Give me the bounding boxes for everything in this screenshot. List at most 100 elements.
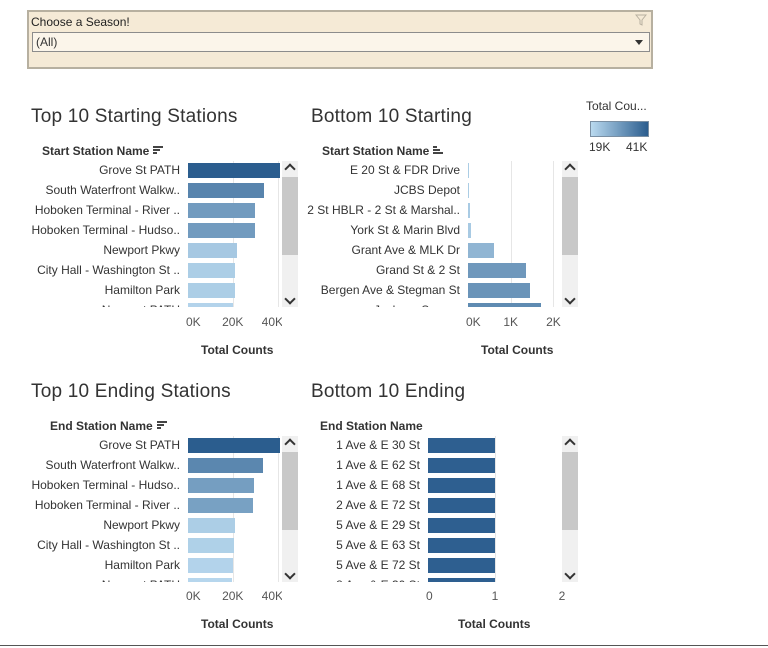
- row-label[interactable]: South Waterfront Walkw..: [2, 183, 181, 197]
- row-label[interactable]: 5 Ave & E 29 St: [242, 518, 420, 532]
- vertical-scrollbar[interactable]: [562, 161, 578, 307]
- bar[interactable]: [188, 518, 235, 533]
- row-label[interactable]: Grove St PATH: [2, 163, 180, 177]
- bar[interactable]: [428, 558, 495, 573]
- column-header[interactable]: Start Station Name: [322, 144, 444, 158]
- bar[interactable]: [428, 478, 495, 493]
- column-header-label: End Station Name: [320, 419, 423, 433]
- x-axis-title: Total Counts: [458, 617, 531, 631]
- bar[interactable]: [188, 183, 265, 198]
- x-tick-label: 0K: [466, 315, 481, 329]
- column-header[interactable]: End Station Name: [50, 419, 167, 433]
- row-label[interactable]: Newport Pkwy: [2, 518, 180, 532]
- bar[interactable]: [188, 558, 233, 573]
- column-header[interactable]: Start Station Name: [42, 144, 164, 158]
- row-label[interactable]: Newport Pkwy: [2, 243, 180, 257]
- bar[interactable]: [188, 203, 256, 218]
- row-label[interactable]: Hamilton Park: [2, 283, 180, 297]
- row-label[interactable]: South Waterfront Walkw..: [2, 458, 181, 472]
- bar[interactable]: [188, 538, 234, 553]
- bar[interactable]: [468, 203, 470, 218]
- bar[interactable]: [428, 578, 495, 582]
- row-label[interactable]: 2 St HBLR - 2 St & Marshal..: [282, 203, 460, 217]
- x-axis-title: Total Counts: [481, 343, 554, 357]
- panel-title: Top 10 Starting Stations: [31, 106, 238, 127]
- row-label[interactable]: Newport PATH: [2, 578, 180, 582]
- bar[interactable]: [188, 243, 238, 258]
- bar[interactable]: [468, 223, 471, 238]
- row-label[interactable]: Bergen Ave & Stegman St: [282, 283, 460, 297]
- season-dropdown[interactable]: (All): [32, 32, 650, 52]
- row-label[interactable]: 5 Ave & E 72 St: [242, 558, 420, 572]
- scroll-down-icon[interactable]: [562, 569, 578, 581]
- column-header[interactable]: End Station Name: [320, 419, 423, 433]
- bar[interactable]: [468, 183, 469, 198]
- legend-color-ramp: [590, 121, 649, 137]
- row-label[interactable]: Hoboken Terminal - River ..: [2, 203, 180, 217]
- bar[interactable]: [188, 578, 232, 582]
- bar[interactable]: [188, 223, 256, 238]
- row-label[interactable]: E 20 St & FDR Drive: [282, 163, 460, 177]
- legend-min-label: 19K: [589, 140, 611, 154]
- bar[interactable]: [468, 163, 469, 178]
- bar[interactable]: [428, 498, 495, 513]
- bar[interactable]: [428, 458, 495, 473]
- row-label[interactable]: 1 Ave & E 68 St: [242, 478, 420, 492]
- row-label[interactable]: City Hall - Washington St ..: [2, 538, 180, 552]
- bar[interactable]: [188, 283, 235, 298]
- bar[interactable]: [428, 538, 495, 553]
- row-label[interactable]: Grand St & 2 St: [282, 263, 460, 277]
- bar[interactable]: [188, 263, 235, 278]
- scroll-thumb[interactable]: [562, 177, 578, 255]
- bar[interactable]: [468, 263, 526, 278]
- bar[interactable]: [188, 303, 233, 307]
- season-dropdown-value: (All): [36, 35, 58, 49]
- panel-title: Bottom 10 Ending: [311, 381, 466, 402]
- row-label[interactable]: 1 Ave & E 62 St: [242, 458, 420, 472]
- legend-max-label: 41K: [626, 140, 648, 154]
- row-label[interactable]: 8 Ave & E 30 St: [242, 578, 420, 582]
- sort-icon[interactable]: [433, 146, 444, 155]
- x-axis-title: Total Counts: [201, 343, 274, 357]
- legend-title[interactable]: Total Cou...: [586, 99, 647, 113]
- row-label[interactable]: Grant Ave & MLK Dr: [282, 243, 461, 257]
- row-label[interactable]: Newport PATH: [2, 303, 180, 307]
- funnel-icon[interactable]: [635, 14, 647, 26]
- row-label[interactable]: 2 Ave & E 72 St: [242, 498, 420, 512]
- bar-chart-area: Grove St PATH South Waterfront Walkw.. Hob…: [2, 436, 282, 582]
- row-label[interactable]: Hoboken Terminal - River ..: [2, 498, 180, 512]
- row-label[interactable]: Hoboken Terminal - Hudso..: [2, 478, 180, 492]
- row-label[interactable]: York St & Marin Blvd: [282, 223, 460, 237]
- scroll-down-icon[interactable]: [562, 294, 578, 306]
- bar[interactable]: [468, 303, 541, 307]
- bar[interactable]: [188, 163, 280, 178]
- x-tick-label: 0K: [186, 315, 201, 329]
- sort-icon[interactable]: [156, 421, 167, 430]
- row-label[interactable]: Hamilton Park: [2, 558, 180, 572]
- row-label[interactable]: Hoboken Terminal - Hudso..: [2, 223, 180, 237]
- bar[interactable]: [468, 243, 494, 258]
- row-label[interactable]: Grove St PATH: [2, 438, 180, 452]
- bar[interactable]: [428, 438, 495, 453]
- x-tick-label: 1: [491, 589, 499, 603]
- gridline: [553, 161, 555, 307]
- row-label[interactable]: City Hall - Washington St ..: [2, 263, 180, 277]
- row-label[interactable]: 1 Ave & E 30 St: [242, 438, 420, 452]
- row-label[interactable]: JCBS Depot: [282, 183, 460, 197]
- season-filter: Choose a Season! (All): [27, 10, 653, 69]
- scroll-thumb[interactable]: [562, 452, 578, 530]
- bar-chart-area: 1 Ave & E 30 St 1 Ave & E 62 St 1 Ave & E …: [242, 436, 562, 582]
- filter-title: Choose a Season!: [31, 15, 130, 29]
- scroll-up-icon[interactable]: [562, 437, 578, 449]
- x-tick-label: 40K: [261, 589, 282, 603]
- sort-icon[interactable]: [153, 146, 164, 155]
- row-label[interactable]: 5 Ave & E 63 St: [242, 538, 420, 552]
- bar[interactable]: [468, 283, 530, 298]
- scroll-up-icon[interactable]: [562, 162, 578, 174]
- row-label[interactable]: Jackson Square: [282, 303, 460, 307]
- chevron-down-icon[interactable]: [635, 40, 643, 45]
- vertical-scrollbar[interactable]: [562, 436, 578, 582]
- x-tick-label: 40K: [261, 315, 282, 329]
- bar[interactable]: [428, 518, 495, 533]
- x-axis-title: Total Counts: [201, 617, 274, 631]
